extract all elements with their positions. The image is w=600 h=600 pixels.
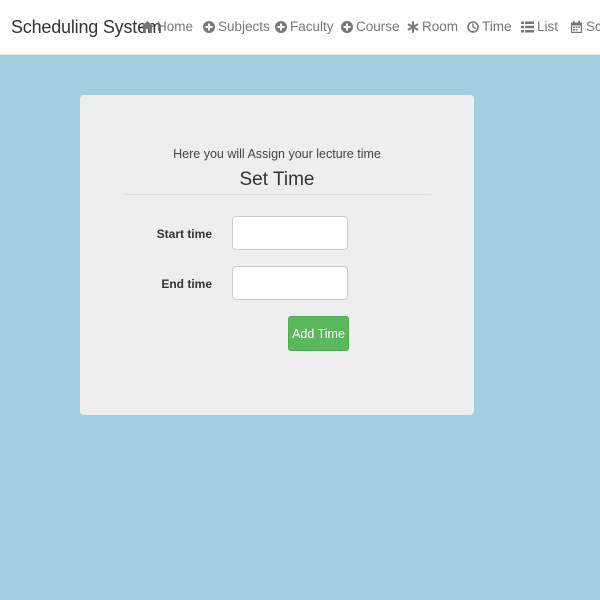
brand-title[interactable]: Scheduling System bbox=[11, 17, 162, 38]
nav-item-label: Sch bbox=[586, 19, 600, 34]
title-divider bbox=[123, 194, 431, 195]
nav-item-label: Subjects bbox=[218, 19, 270, 34]
plus-circle-icon bbox=[202, 20, 215, 33]
calendar-icon bbox=[570, 20, 583, 33]
nav-item-schedule[interactable]: Sch bbox=[570, 19, 600, 34]
clock-icon bbox=[466, 20, 479, 33]
list-icon bbox=[521, 20, 534, 33]
add-time-button[interactable]: Add Time bbox=[288, 316, 349, 351]
nav-item-subjects[interactable]: Subjects bbox=[202, 19, 270, 34]
nav-item-faculty[interactable]: Faculty bbox=[274, 19, 334, 34]
nav-item-label: Room bbox=[422, 19, 459, 34]
nav-item-time[interactable]: Time bbox=[466, 19, 512, 34]
nav-item-label: Course bbox=[356, 19, 400, 34]
start-time-input[interactable] bbox=[232, 216, 348, 250]
set-time-card: Here you will Assign your lecture time S… bbox=[80, 95, 474, 415]
end-time-label: End time bbox=[161, 277, 212, 291]
nav-item-label: Home bbox=[157, 19, 194, 34]
nav-item-room[interactable]: Room bbox=[406, 19, 458, 34]
asterisk-icon bbox=[406, 20, 419, 33]
start-time-label: Start time bbox=[156, 227, 212, 241]
nav-item-list[interactable]: List bbox=[521, 19, 558, 34]
end-time-input[interactable] bbox=[232, 266, 348, 300]
nav-item-label: Faculty bbox=[290, 19, 334, 34]
form-subtitle: Here you will Assign your lecture time bbox=[173, 147, 381, 161]
nav-item-label: List bbox=[537, 19, 559, 34]
nav-item-label: Time bbox=[482, 19, 512, 34]
home-icon bbox=[141, 20, 154, 33]
plus-circle-icon bbox=[340, 20, 353, 33]
plus-circle-icon bbox=[274, 20, 287, 33]
form-title: Set Time bbox=[239, 169, 315, 190]
nav-item-course[interactable]: Course bbox=[340, 19, 400, 34]
top-navbar: Scheduling System Home Subjects Faculty … bbox=[0, 0, 600, 55]
nav-item-home[interactable]: Home bbox=[141, 19, 193, 34]
